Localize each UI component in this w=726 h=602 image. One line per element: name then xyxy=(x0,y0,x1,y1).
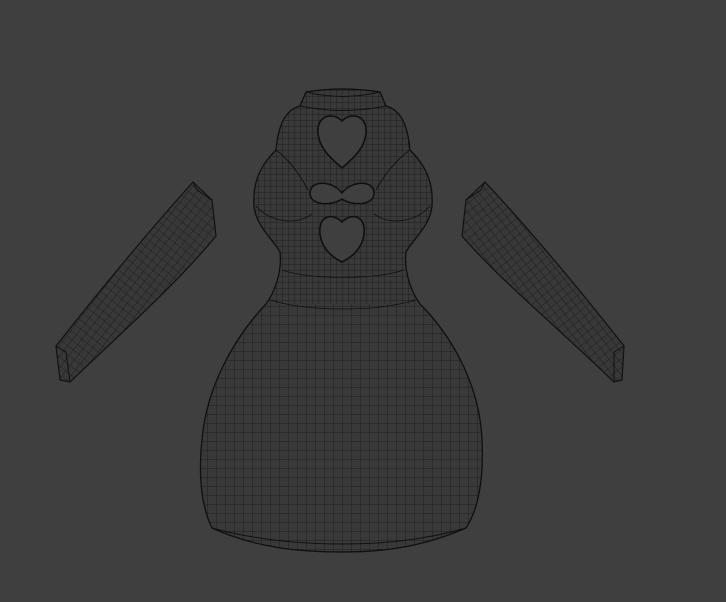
dress-body-mesh[interactable] xyxy=(199,88,484,553)
right-sleeve-mesh[interactable] xyxy=(461,181,625,383)
3d-viewport[interactable] xyxy=(0,0,726,602)
wireframe-canvas[interactable] xyxy=(0,0,726,602)
left-sleeve-mesh[interactable] xyxy=(55,181,217,383)
